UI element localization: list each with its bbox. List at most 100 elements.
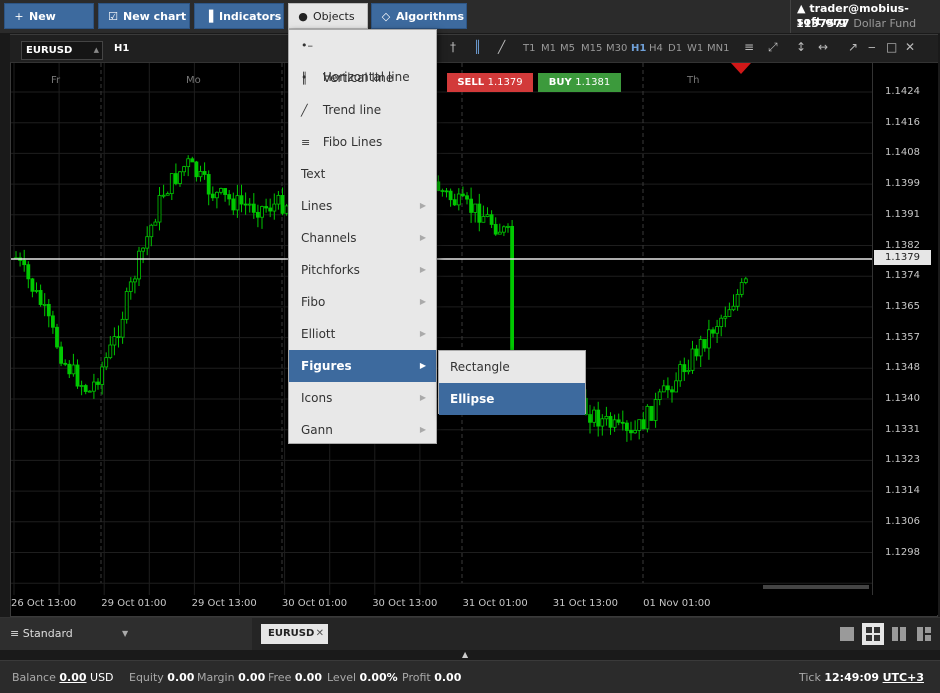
candle-body	[30, 278, 35, 292]
day-label: Mo	[186, 75, 201, 86]
candle-body	[92, 381, 96, 392]
algorithms-button[interactable]: ◇ Algorithms	[371, 3, 467, 29]
candle-body	[481, 216, 486, 223]
menu-item-pitchforks[interactable]: Pitchforks ▶	[289, 254, 436, 286]
close-icon[interactable]: ✕	[905, 40, 915, 54]
close-tab-icon[interactable]: ✕	[316, 624, 324, 644]
fibo-tool-icon[interactable]: ≡	[744, 40, 754, 54]
candle-body	[678, 364, 683, 382]
template-select[interactable]: ≡ Standard ▼	[0, 618, 252, 650]
vertical-resize-icon[interactable]: ↕	[796, 40, 806, 54]
expand-icon[interactable]: ⤢	[768, 40, 778, 55]
fund-label: 1137577 Dollar Fund	[796, 17, 917, 30]
crosshair-icon[interactable]: †	[450, 40, 456, 54]
indicators-button[interactable]: ▐ Indicators	[194, 3, 284, 29]
line-chart-icon[interactable]: ╱	[498, 40, 505, 54]
menu-item-trend-line[interactable]: ╱ Trend line	[289, 94, 436, 126]
price-tick: 1.1331	[885, 423, 920, 435]
menu-item-channels[interactable]: Channels ▶	[289, 222, 436, 254]
menu-item-elliott[interactable]: Elliott ▶	[289, 318, 436, 350]
price-tick: 1.1424	[885, 86, 920, 97]
columns-layout-icon[interactable]	[892, 627, 906, 641]
new-chart-button[interactable]: ☑ New chart	[98, 3, 190, 29]
horizontal-resize-icon[interactable]: ↔	[818, 40, 828, 54]
fibo-lines-icon: ≡	[301, 136, 311, 149]
symbol-select[interactable]: EURUSD▲▼	[21, 41, 103, 71]
price-tick: 1.1374	[885, 270, 920, 282]
candles-icon[interactable]: ║	[474, 40, 481, 54]
candle-body	[153, 221, 158, 226]
timeframe-m1[interactable]: M1	[541, 43, 556, 54]
candle-body	[38, 290, 43, 305]
candle-body	[235, 195, 240, 211]
tab-eurusd[interactable]: EURUSD ✕	[261, 624, 328, 644]
maximize-icon[interactable]: □	[886, 40, 897, 54]
buy-button[interactable]: BUY 1.1381	[538, 73, 621, 92]
candle-body	[727, 309, 732, 317]
menu-item-text[interactable]: Text	[289, 158, 436, 190]
timeframe-w1[interactable]: W1	[687, 43, 703, 54]
timeframe-h4[interactable]: H4	[649, 43, 663, 54]
price-axis[interactable]: 1.1424 1.1416 1.1408 1.1399 1.1391 1.1382 1.13…	[872, 63, 938, 595]
chart-tabs-bar: ≡ Standard ▼ EURUSD ✕	[0, 617, 940, 650]
menu-item-icons[interactable]: Icons ▶	[289, 382, 436, 414]
candle-body	[96, 381, 100, 385]
timeframe-mn1[interactable]: MN1	[707, 43, 729, 54]
candle-body	[59, 346, 63, 364]
chevron-right-icon: ▶	[419, 361, 426, 370]
candle-body	[608, 416, 613, 428]
candle-body	[686, 369, 691, 373]
menu-item-lines[interactable]: Lines ▶	[289, 190, 436, 222]
account-info[interactable]: ▲ trader@mobius-soft.org 1137577 Dollar …	[790, 0, 940, 33]
timezone-select[interactable]: UTC+3	[883, 671, 924, 684]
timeframe-m15[interactable]: M15	[581, 43, 602, 54]
single-layout-icon[interactable]	[840, 627, 854, 641]
timeframe-t1[interactable]: T1	[523, 43, 535, 54]
candle-body	[182, 166, 187, 173]
level-status: Level 0.00%	[327, 671, 398, 684]
chevron-down-icon: ▼	[122, 629, 129, 638]
timeframe-d1[interactable]: D1	[668, 43, 682, 54]
candle-body	[629, 430, 633, 434]
menu-item-fibo[interactable]: Fibo ▶	[289, 286, 436, 318]
submenu-item-ellipse[interactable]: Ellipse	[439, 383, 585, 415]
chevron-right-icon: ▶	[419, 297, 426, 306]
free-status: Free 0.00	[268, 671, 322, 684]
candle-body	[219, 188, 223, 193]
minimize-icon[interactable]: ‒	[868, 40, 876, 54]
menu-item-vertical-line[interactable]: ║ Vertical line	[289, 62, 436, 94]
collapse-panel-icon[interactable]: ▲	[462, 650, 478, 660]
candle-body	[247, 203, 252, 206]
timeframe-h1[interactable]: H1	[631, 43, 646, 54]
sell-button[interactable]: SELL 1.1379	[447, 73, 533, 92]
candle-body	[625, 422, 629, 431]
menu-item-horizontal-line[interactable]: •–• Horizontal line	[289, 30, 436, 84]
price-chart[interactable]: Fr Mo Th	[11, 63, 872, 595]
candle-body	[670, 389, 674, 393]
time-tick: 31 Oct 01:00	[462, 598, 528, 609]
objects-button[interactable]: ● Objects	[288, 3, 368, 29]
submenu-item-rectangle[interactable]: Rectangle	[439, 351, 585, 383]
menu-item-figures[interactable]: Figures ▶	[289, 350, 436, 382]
menu-item-fibo-lines[interactable]: ≡ Fibo Lines	[289, 126, 436, 158]
time-axis[interactable]: 26 Oct 13:00 29 Oct 01:00 29 Oct 13:00 30 O…	[11, 595, 938, 615]
price-tick: 1.1391	[885, 208, 920, 220]
candle-body	[116, 336, 121, 339]
timeframe-m5[interactable]: M5	[560, 43, 575, 54]
popout-icon[interactable]: ↗	[848, 40, 858, 54]
menu-icon: ≡	[10, 627, 20, 640]
grid-glyph-icon	[866, 627, 880, 641]
candle-body	[137, 250, 141, 280]
tick-time: Tick 12:49:09 UTC+3	[799, 671, 924, 684]
candle-body	[506, 225, 510, 228]
grid-layout-icon[interactable]	[862, 623, 884, 645]
split-layout-icon[interactable]	[917, 627, 931, 641]
profit-status: Profit 0.00	[402, 671, 462, 684]
menu-item-gann[interactable]: Gann ▶	[289, 414, 436, 446]
new-order-button[interactable]: +New order	[4, 3, 94, 49]
trend-line-icon: ╱	[301, 104, 308, 117]
candle-body	[255, 211, 260, 218]
candle-body	[436, 181, 441, 191]
timeframe-m30[interactable]: M30	[606, 43, 627, 54]
candle-body	[592, 409, 596, 423]
